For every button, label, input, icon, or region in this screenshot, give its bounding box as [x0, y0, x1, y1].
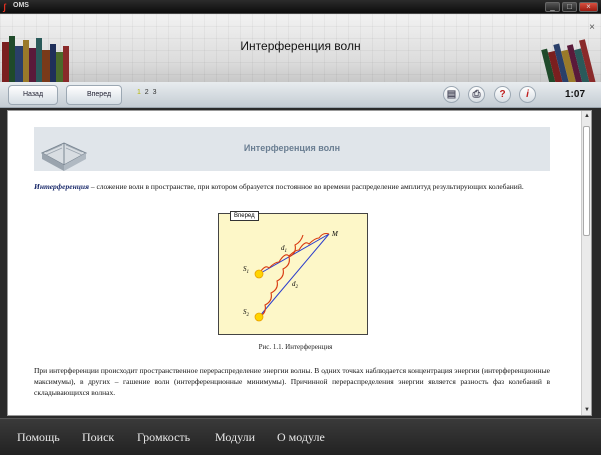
menu-search[interactable]: Поиск: [82, 430, 114, 445]
close-button[interactable]: ×: [579, 2, 598, 12]
page-indicator: 1 2 3: [137, 89, 157, 96]
app-title: OMS: [13, 2, 29, 9]
section-banner: Интерференция волн: [34, 127, 550, 171]
minimize-button[interactable]: _: [545, 2, 560, 12]
vertical-scrollbar[interactable]: ▲ ▼: [581, 111, 591, 415]
window-titlebar: ʃ OMS _ □ ×: [0, 0, 601, 14]
page-1[interactable]: 1: [137, 89, 141, 96]
notepad-icon[interactable]: ▤: [443, 86, 460, 103]
bottom-menu: Помощь Поиск Громкость Модули О модуле: [0, 418, 601, 455]
label-d1: d1: [281, 244, 287, 254]
label-m: M: [331, 230, 339, 238]
body-paragraph: При интерференции происходит пространств…: [34, 366, 550, 397]
menu-help[interactable]: Помощь: [17, 430, 60, 445]
intro-definition: – сложение волн в пространстве, при кото…: [88, 182, 524, 191]
interference-diagram: S1 S2 M d1 d2: [243, 230, 339, 322]
label-d2: d2: [292, 280, 299, 290]
header-close-button[interactable]: ×: [589, 22, 595, 33]
content-area[interactable]: Интерференция волн Интерференция – сложе…: [7, 110, 592, 416]
intro-paragraph: Интерференция – сложение волн в простран…: [34, 181, 550, 192]
section-title: Интерференция волн: [243, 143, 341, 153]
page-2[interactable]: 2: [145, 89, 149, 96]
menu-volume[interactable]: Громкость: [137, 430, 190, 445]
figure-caption: Рис. 1.1. Интерференция: [258, 343, 333, 351]
scroll-up-icon[interactable]: ▲: [582, 111, 591, 121]
help-icon[interactable]: ?: [494, 86, 511, 103]
info-icon[interactable]: i: [519, 86, 536, 103]
open-book-icon: [40, 142, 88, 171]
scroll-thumb[interactable]: [583, 126, 590, 236]
menu-modules[interactable]: Модули: [215, 430, 255, 445]
menu-about-module[interactable]: О модуле: [277, 430, 325, 445]
label-s1: S1: [243, 265, 249, 275]
page-title: Интерференция волн: [240, 39, 361, 53]
forward-button-label: Вперед: [86, 91, 112, 98]
label-s2: S2: [243, 308, 250, 318]
page-3[interactable]: 3: [153, 89, 157, 96]
maximize-button[interactable]: □: [562, 2, 577, 12]
scroll-down-icon[interactable]: ▼: [582, 405, 591, 415]
figure-forward-button[interactable]: Вперед: [230, 211, 259, 221]
header: × Интерференция волн: [0, 14, 601, 96]
app-logo-icon: ʃ: [3, 2, 6, 12]
forward-button[interactable]: Вперед: [66, 85, 122, 105]
interference-figure: Вперед S1 S2 M d1 d2: [218, 211, 368, 335]
timer: 1:07: [564, 89, 585, 100]
back-button[interactable]: Назад: [8, 85, 58, 105]
toolbar: Назад Вперед 1 2 3 ▤ ⎙ ? i 1:07: [0, 82, 601, 108]
print-icon[interactable]: ⎙: [468, 86, 485, 103]
term-interference: Интерференция: [34, 182, 89, 191]
